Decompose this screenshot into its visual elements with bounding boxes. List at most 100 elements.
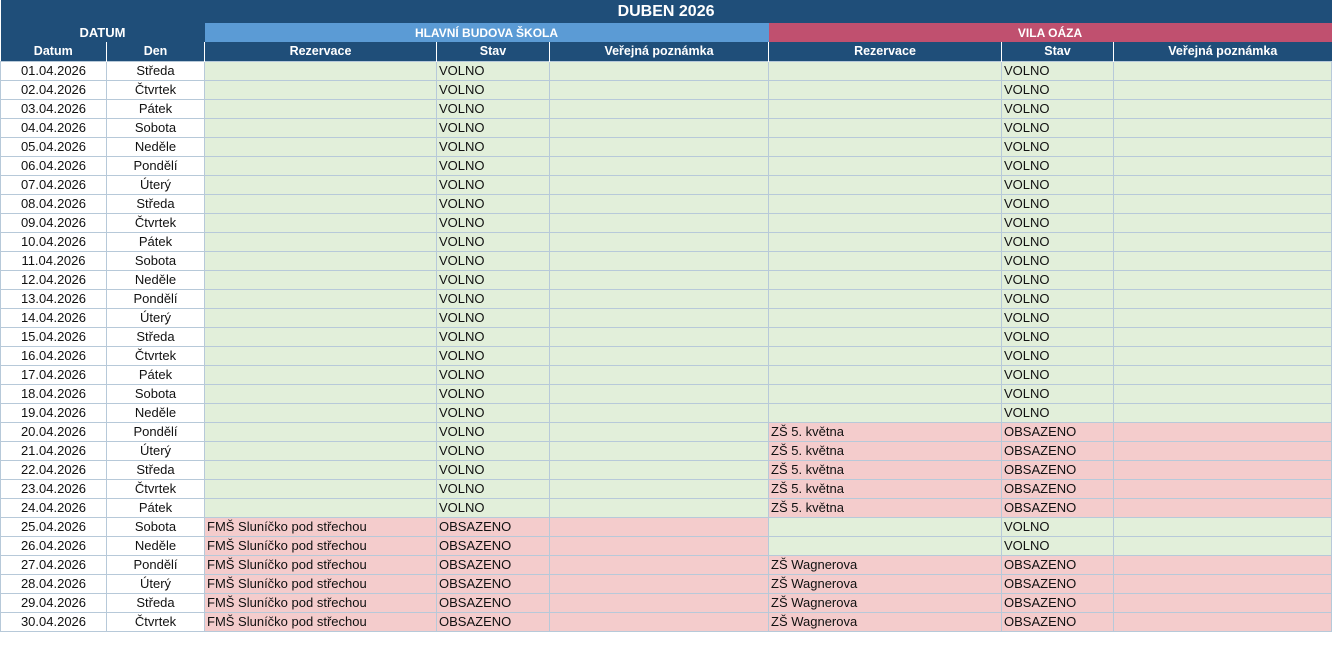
building-a-status-cell[interactable]: VOLNO bbox=[436, 231, 550, 252]
building-b-note-cell[interactable] bbox=[1112, 212, 1332, 233]
building-a-status-cell[interactable]: VOLNO bbox=[436, 497, 550, 518]
building-a-status-cell[interactable]: VOLNO bbox=[436, 288, 550, 309]
building-a-status-cell[interactable]: VOLNO bbox=[436, 326, 550, 347]
building-b-status-cell[interactable]: VOLNO bbox=[1001, 345, 1114, 366]
building-b-status-cell[interactable]: VOLNO bbox=[1001, 250, 1114, 271]
building-a-reservation-cell[interactable] bbox=[204, 269, 437, 290]
date-cell[interactable]: 05.04.2026 bbox=[0, 136, 107, 157]
day-cell[interactable]: Pátek bbox=[106, 497, 205, 518]
building-b-status-cell[interactable]: OBSAZENO bbox=[1001, 592, 1114, 613]
building-a-status-cell[interactable]: OBSAZENO bbox=[436, 554, 550, 575]
building-b-reservation-cell[interactable] bbox=[768, 535, 1002, 556]
building-b-reservation-cell[interactable] bbox=[768, 326, 1002, 347]
building-b-status-cell[interactable]: VOLNO bbox=[1001, 60, 1114, 81]
building-a-status-cell[interactable]: VOLNO bbox=[436, 98, 550, 119]
date-cell[interactable]: 11.04.2026 bbox=[0, 250, 107, 271]
building-b-note-cell[interactable] bbox=[1112, 383, 1332, 404]
date-cell[interactable]: 14.04.2026 bbox=[0, 307, 107, 328]
day-cell[interactable]: Pondělí bbox=[106, 554, 205, 575]
building-b-reservation-cell[interactable] bbox=[768, 212, 1002, 233]
building-a-status-cell[interactable]: OBSAZENO bbox=[436, 516, 550, 537]
day-cell[interactable]: Čtvrtek bbox=[106, 79, 205, 100]
building-b-reservation-cell[interactable]: ZŠ Wagnerova bbox=[768, 611, 1002, 632]
building-a-status-cell[interactable]: OBSAZENO bbox=[436, 535, 550, 556]
building-b-note-cell[interactable] bbox=[1112, 79, 1332, 100]
date-cell[interactable]: 29.04.2026 bbox=[0, 592, 107, 613]
date-cell[interactable]: 28.04.2026 bbox=[0, 573, 107, 594]
building-b-status-cell[interactable]: OBSAZENO bbox=[1001, 554, 1114, 575]
building-a-note-cell[interactable] bbox=[549, 383, 769, 404]
building-a-reservation-cell[interactable] bbox=[204, 98, 437, 119]
building-a-reservation-cell[interactable] bbox=[204, 174, 437, 195]
building-a-reservation-cell[interactable]: FMŠ Sluníčko pod střechou bbox=[204, 554, 437, 575]
building-b-status-cell[interactable]: OBSAZENO bbox=[1001, 611, 1114, 632]
building-b-reservation-cell[interactable] bbox=[768, 307, 1002, 328]
day-cell[interactable]: Sobota bbox=[106, 383, 205, 404]
building-b-status-cell[interactable]: OBSAZENO bbox=[1001, 478, 1114, 499]
building-b-note-cell[interactable] bbox=[1112, 402, 1332, 423]
building-b-status-cell[interactable]: VOLNO bbox=[1001, 269, 1114, 290]
day-cell[interactable]: Čtvrtek bbox=[106, 611, 205, 632]
building-b-reservation-cell[interactable] bbox=[768, 117, 1002, 138]
building-b-status-cell[interactable]: OBSAZENO bbox=[1001, 459, 1114, 480]
building-a-reservation-cell[interactable] bbox=[204, 345, 437, 366]
building-a-reservation-cell[interactable] bbox=[204, 478, 437, 499]
day-cell[interactable]: Neděle bbox=[106, 535, 205, 556]
day-cell[interactable]: Pátek bbox=[106, 231, 205, 252]
building-b-reservation-cell[interactable] bbox=[768, 79, 1002, 100]
building-a-note-cell[interactable] bbox=[549, 250, 769, 271]
building-a-reservation-cell[interactable] bbox=[204, 60, 437, 81]
building-b-status-cell[interactable]: OBSAZENO bbox=[1001, 573, 1114, 594]
day-cell[interactable]: Pátek bbox=[106, 98, 205, 119]
building-a-reservation-cell[interactable]: FMŠ Sluníčko pod střechou bbox=[204, 573, 437, 594]
day-cell[interactable]: Středa bbox=[106, 193, 205, 214]
building-a-note-cell[interactable] bbox=[549, 459, 769, 480]
building-b-status-cell[interactable]: VOLNO bbox=[1001, 326, 1114, 347]
building-b-reservation-cell[interactable] bbox=[768, 516, 1002, 537]
day-cell[interactable]: Pondělí bbox=[106, 421, 205, 442]
day-cell[interactable]: Čtvrtek bbox=[106, 345, 205, 366]
building-b-reservation-cell[interactable] bbox=[768, 345, 1002, 366]
building-a-reservation-cell[interactable] bbox=[204, 155, 437, 176]
building-b-reservation-cell[interactable]: ZŠ 5. května bbox=[768, 459, 1002, 480]
building-b-note-cell[interactable] bbox=[1112, 193, 1332, 214]
day-cell[interactable]: Středa bbox=[106, 459, 205, 480]
building-b-status-cell[interactable]: VOLNO bbox=[1001, 174, 1114, 195]
building-a-reservation-cell[interactable] bbox=[204, 79, 437, 100]
day-cell[interactable]: Sobota bbox=[106, 250, 205, 271]
building-a-note-cell[interactable] bbox=[549, 497, 769, 518]
building-a-status-cell[interactable]: VOLNO bbox=[436, 155, 550, 176]
date-cell[interactable]: 21.04.2026 bbox=[0, 440, 107, 461]
day-cell[interactable]: Pondělí bbox=[106, 288, 205, 309]
building-a-note-cell[interactable] bbox=[549, 193, 769, 214]
building-a-note-cell[interactable] bbox=[549, 592, 769, 613]
building-b-status-cell[interactable]: VOLNO bbox=[1001, 288, 1114, 309]
building-a-reservation-cell[interactable] bbox=[204, 402, 437, 423]
date-cell[interactable]: 06.04.2026 bbox=[0, 155, 107, 176]
building-a-status-cell[interactable]: VOLNO bbox=[436, 136, 550, 157]
building-a-reservation-cell[interactable] bbox=[204, 497, 437, 518]
building-a-status-cell[interactable]: VOLNO bbox=[436, 79, 550, 100]
building-a-note-cell[interactable] bbox=[549, 136, 769, 157]
building-b-reservation-cell[interactable]: ZŠ Wagnerova bbox=[768, 554, 1002, 575]
building-b-status-cell[interactable]: VOLNO bbox=[1001, 117, 1114, 138]
building-a-note-cell[interactable] bbox=[549, 478, 769, 499]
building-a-note-cell[interactable] bbox=[549, 155, 769, 176]
building-a-status-cell[interactable]: VOLNO bbox=[436, 193, 550, 214]
building-a-reservation-cell[interactable] bbox=[204, 326, 437, 347]
building-a-note-cell[interactable] bbox=[549, 402, 769, 423]
building-a-note-cell[interactable] bbox=[549, 117, 769, 138]
date-cell[interactable]: 10.04.2026 bbox=[0, 231, 107, 252]
building-a-note-cell[interactable] bbox=[549, 60, 769, 81]
building-b-reservation-cell[interactable]: ZŠ 5. května bbox=[768, 421, 1002, 442]
date-cell[interactable]: 22.04.2026 bbox=[0, 459, 107, 480]
building-a-note-cell[interactable] bbox=[549, 307, 769, 328]
building-b-reservation-cell[interactable] bbox=[768, 364, 1002, 385]
building-b-note-cell[interactable] bbox=[1112, 345, 1332, 366]
date-cell[interactable]: 03.04.2026 bbox=[0, 98, 107, 119]
building-b-reservation-cell[interactable]: ZŠ Wagnerova bbox=[768, 592, 1002, 613]
building-b-status-cell[interactable]: OBSAZENO bbox=[1001, 440, 1114, 461]
building-a-reservation-cell[interactable] bbox=[204, 231, 437, 252]
building-b-status-cell[interactable]: OBSAZENO bbox=[1001, 421, 1114, 442]
building-a-note-cell[interactable] bbox=[549, 440, 769, 461]
